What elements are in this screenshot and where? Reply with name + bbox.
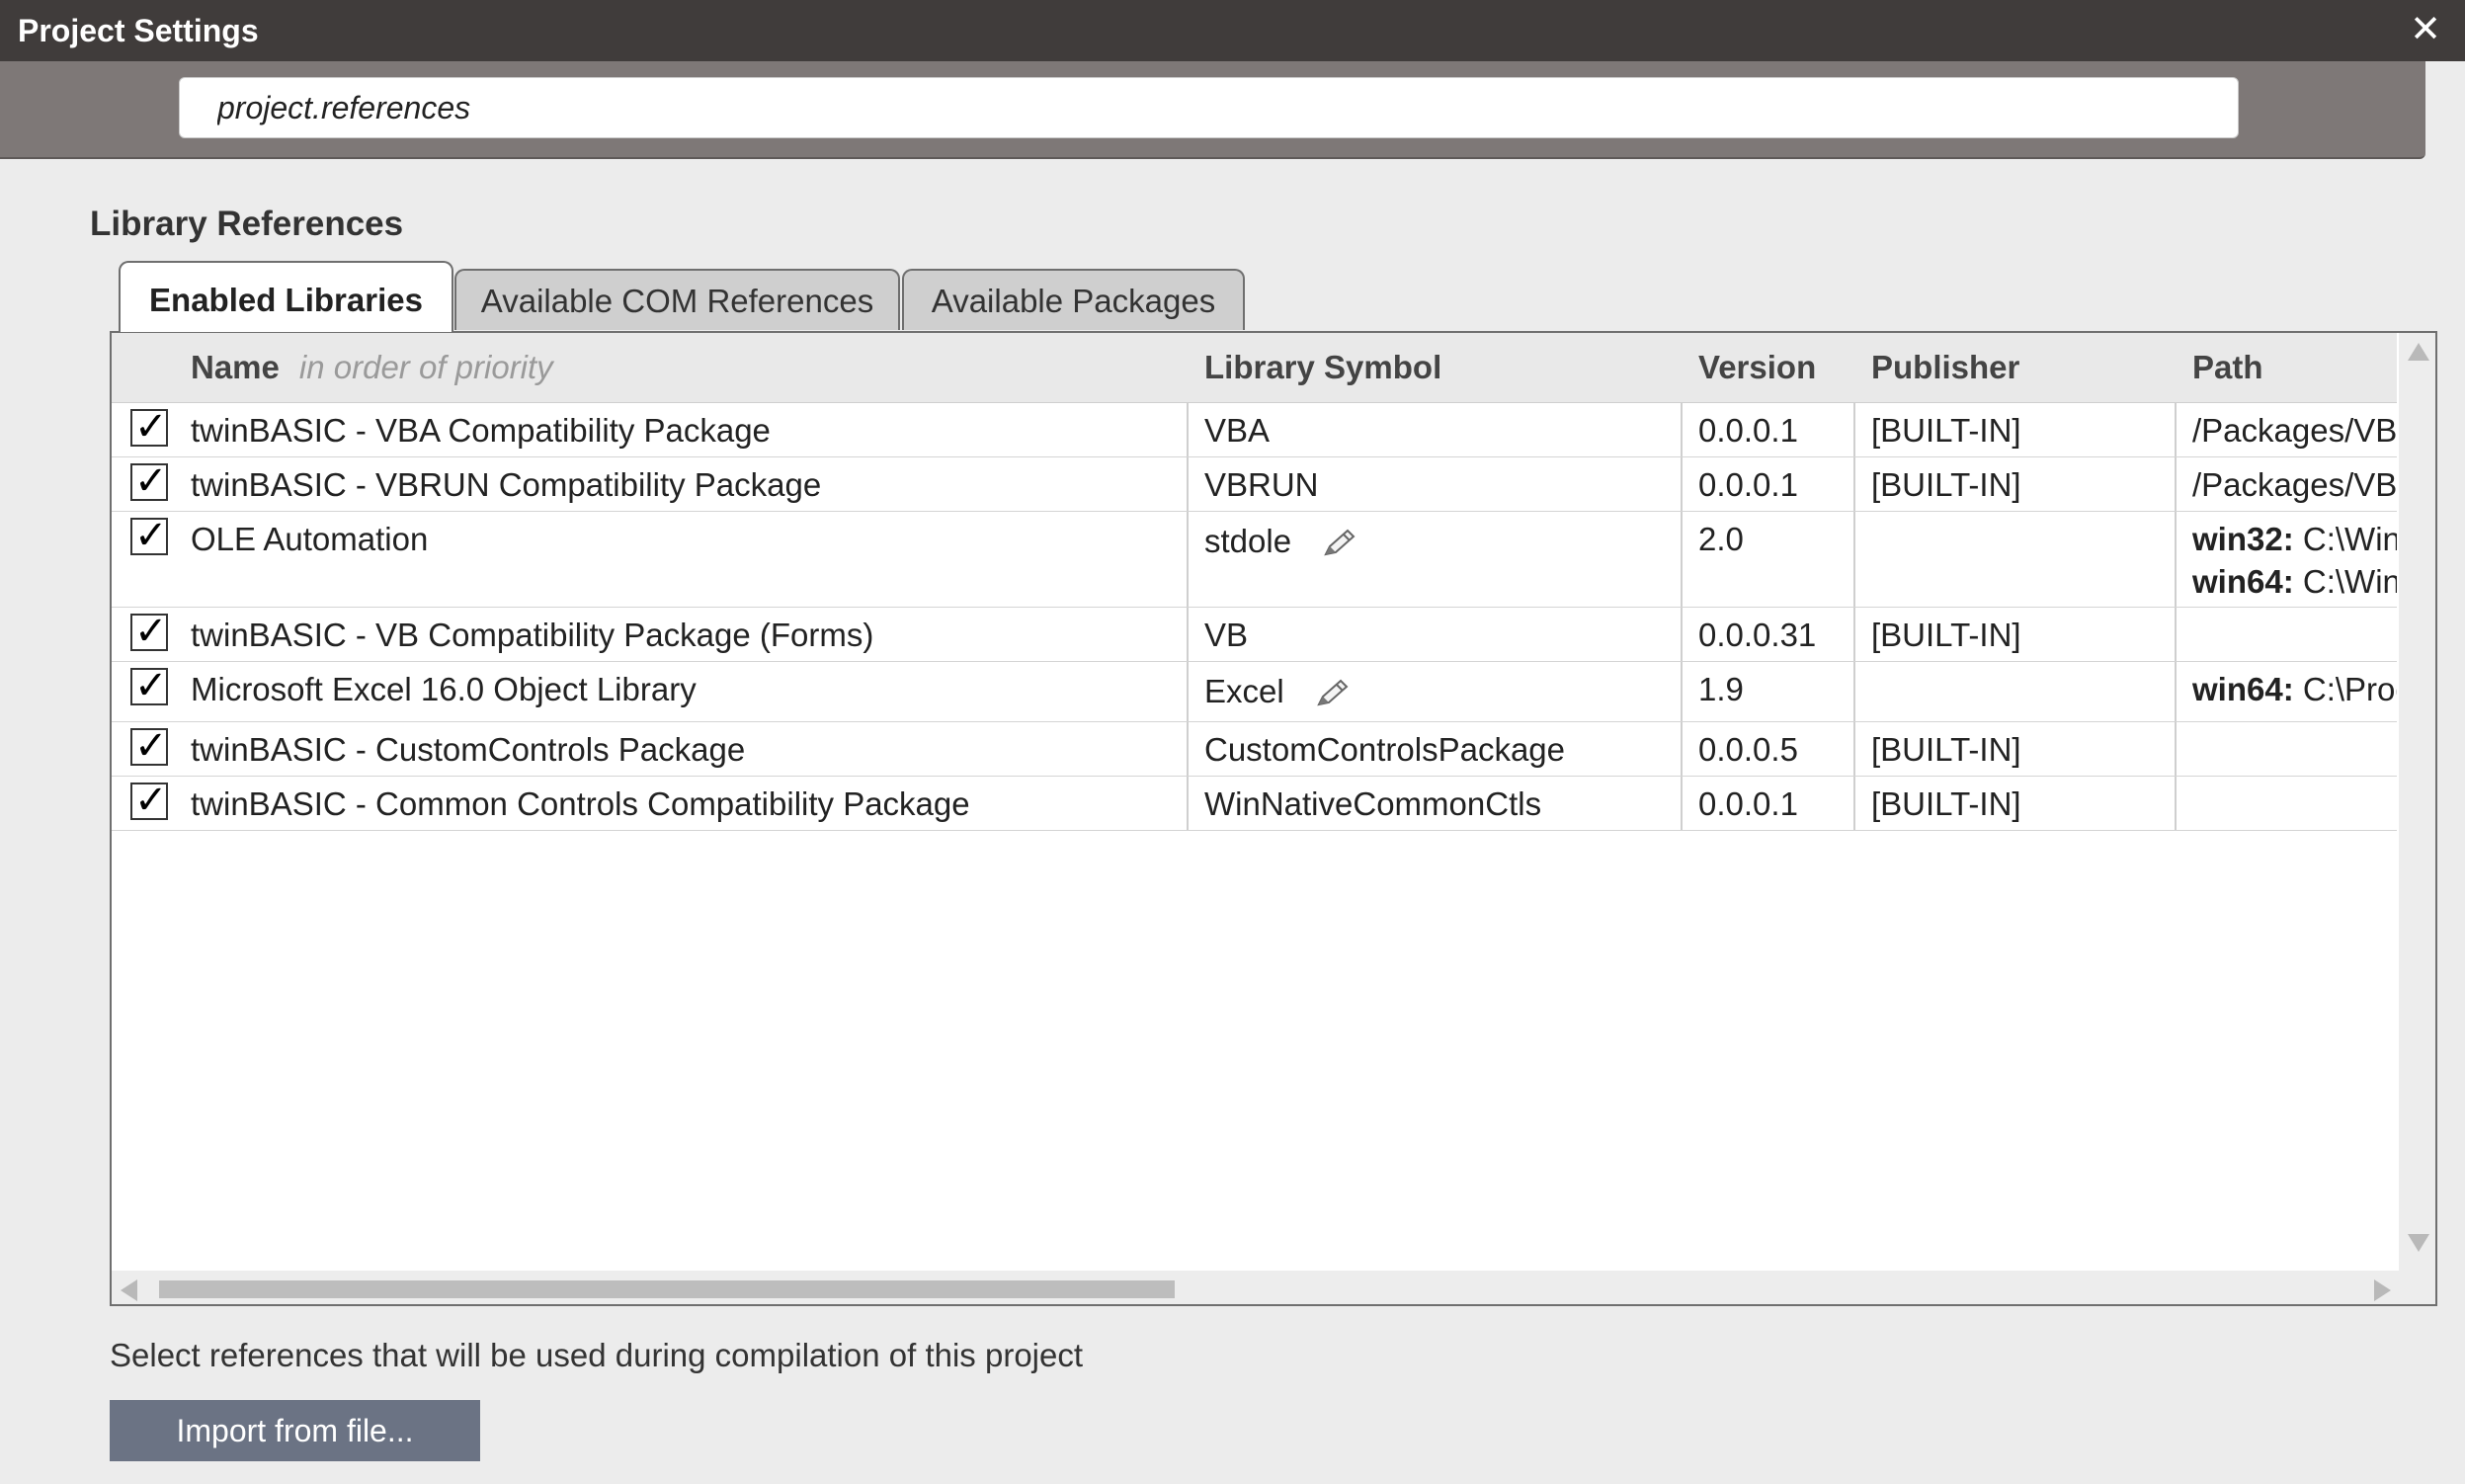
- import-from-file-button[interactable]: Import from file...: [110, 1400, 480, 1461]
- references-hint-text: Select references that will be used duri…: [110, 1337, 1084, 1373]
- row-path: /Packages/VBR: [2192, 466, 2397, 503]
- checkmark-icon: ✓: [134, 779, 168, 822]
- row-symbol: Excel: [1204, 673, 1284, 709]
- tab-available-packages[interactable]: Available Packages: [902, 269, 1245, 330]
- row-symbol: VB: [1204, 617, 1249, 653]
- table-row[interactable]: ✓ twinBASIC - VBA Compatibility Package …: [112, 402, 2397, 457]
- row-name: twinBASIC - VBA Compatibility Package: [191, 412, 771, 449]
- column-header-version[interactable]: Version: [1698, 333, 1816, 402]
- table-header: Name in order of priority Library Symbol …: [112, 333, 2397, 403]
- row-name: twinBASIC - VBRUN Compatibility Package: [191, 466, 822, 503]
- table-row[interactable]: ✓ Microsoft Excel 16.0 Object Library Ex…: [112, 661, 2397, 722]
- tab-available-com-references[interactable]: Available COM References: [454, 269, 900, 330]
- settings-search-input[interactable]: [179, 77, 2239, 138]
- row-path-win64: win64: C:\Prog: [2192, 671, 2397, 708]
- row-checkbox[interactable]: ✓: [130, 779, 168, 822]
- row-checkbox[interactable]: ✓: [130, 459, 168, 503]
- title-bar: Project Settings ✕: [0, 0, 2465, 61]
- column-header-name-hint: in order of priority: [298, 349, 553, 385]
- row-symbol: VBRUN: [1204, 466, 1319, 503]
- checkmark-icon: ✓: [134, 459, 168, 503]
- table-row[interactable]: ✓ twinBASIC - VB Compatibility Package (…: [112, 607, 2397, 662]
- row-version: 0.0.0.1: [1698, 785, 1798, 822]
- row-name: twinBASIC - CustomControls Package: [191, 731, 746, 768]
- close-icon[interactable]: ✕: [2406, 8, 2445, 51]
- table-row[interactable]: ✓ OLE Automation stdole 2.0 win32: C:\Wi…: [112, 511, 2397, 608]
- row-version: 0.0.0.5: [1698, 731, 1798, 768]
- row-symbol-cell: stdole: [1204, 523, 1356, 560]
- horizontal-scroll-thumb[interactable]: [159, 1280, 1175, 1298]
- path-win64-label: win64:: [2192, 563, 2294, 600]
- row-path-win32: win32: C:\Wind: [2192, 521, 2397, 558]
- row-symbol: CustomControlsPackage: [1204, 731, 1565, 768]
- row-version: 1.9: [1698, 671, 1744, 707]
- path-win64-value: C:\Wind: [2302, 563, 2397, 600]
- window-title: Project Settings: [18, 13, 259, 48]
- checkmark-icon: ✓: [134, 724, 168, 768]
- path-win64-value: C:\Prog: [2302, 671, 2397, 707]
- checkmark-icon: ✓: [134, 405, 168, 449]
- horizontal-scrollbar[interactable]: [112, 1271, 2399, 1304]
- column-header-publisher[interactable]: Publisher: [1871, 333, 2019, 402]
- column-header-symbol[interactable]: Library Symbol: [1204, 333, 1441, 402]
- row-path-win64: win64: C:\Wind: [2192, 563, 2397, 601]
- pencil-edit-icon[interactable]: [1315, 679, 1349, 708]
- row-publisher: [BUILT-IN]: [1871, 412, 2021, 449]
- scroll-left-arrow-icon[interactable]: [121, 1279, 137, 1301]
- pencil-edit-icon[interactable]: [1322, 529, 1356, 558]
- row-name: twinBASIC - Common Controls Compatibilit…: [191, 785, 970, 822]
- row-name: Microsoft Excel 16.0 Object Library: [191, 671, 697, 707]
- tab-enabled-libraries[interactable]: Enabled Libraries: [119, 261, 453, 332]
- scroll-right-arrow-icon[interactable]: [2374, 1279, 2391, 1301]
- row-checkbox[interactable]: ✓: [130, 664, 168, 707]
- column-header-name[interactable]: Name in order of priority: [191, 333, 553, 402]
- row-version: 0.0.0.31: [1698, 617, 1817, 653]
- row-name: OLE Automation: [191, 521, 429, 557]
- row-version: 0.0.0.1: [1698, 412, 1798, 449]
- scroll-up-arrow-icon[interactable]: [2408, 343, 2429, 361]
- checkmark-icon: ✓: [134, 610, 168, 653]
- path-win32-value: C:\Wind: [2302, 521, 2397, 557]
- row-publisher: [BUILT-IN]: [1871, 466, 2021, 503]
- row-symbol: WinNativeCommonCtls: [1204, 785, 1542, 822]
- row-publisher: [BUILT-IN]: [1871, 617, 2021, 653]
- row-path: /Packages/VBA: [2192, 412, 2397, 449]
- vertical-scrollbar[interactable]: [2399, 333, 2435, 1271]
- row-version: 2.0: [1698, 521, 1744, 557]
- references-table: Name in order of priority Library Symbol …: [110, 331, 2437, 1306]
- row-symbol: stdole: [1204, 523, 1292, 559]
- row-checkbox[interactable]: ✓: [130, 405, 168, 449]
- checkmark-icon: ✓: [134, 664, 168, 707]
- scrollbar-corner: [2399, 1271, 2435, 1304]
- row-checkbox[interactable]: ✓: [130, 724, 168, 768]
- checkmark-icon: ✓: [134, 514, 168, 557]
- row-publisher: [BUILT-IN]: [1871, 785, 2021, 822]
- column-header-path[interactable]: Path: [2192, 333, 2263, 402]
- path-win32-label: win32:: [2192, 521, 2294, 557]
- row-symbol: VBA: [1204, 412, 1271, 449]
- scroll-down-arrow-icon[interactable]: [2408, 1234, 2429, 1252]
- row-checkbox[interactable]: ✓: [130, 514, 168, 557]
- settings-search-bar: [0, 61, 2425, 159]
- column-header-name-label: Name: [191, 349, 280, 385]
- table-row[interactable]: ✓ twinBASIC - VBRUN Compatibility Packag…: [112, 456, 2397, 512]
- table-row[interactable]: ✓ twinBASIC - Common Controls Compatibil…: [112, 776, 2397, 831]
- row-publisher: [BUILT-IN]: [1871, 731, 2021, 768]
- path-win64-label: win64:: [2192, 671, 2294, 707]
- row-version: 0.0.0.1: [1698, 466, 1798, 503]
- row-checkbox[interactable]: ✓: [130, 610, 168, 653]
- row-symbol-cell: Excel: [1204, 673, 1349, 710]
- table-row[interactable]: ✓ twinBASIC - CustomControls Package Cus…: [112, 721, 2397, 777]
- row-name: twinBASIC - VB Compatibility Package (Fo…: [191, 617, 874, 653]
- section-title: Library References: [90, 205, 404, 243]
